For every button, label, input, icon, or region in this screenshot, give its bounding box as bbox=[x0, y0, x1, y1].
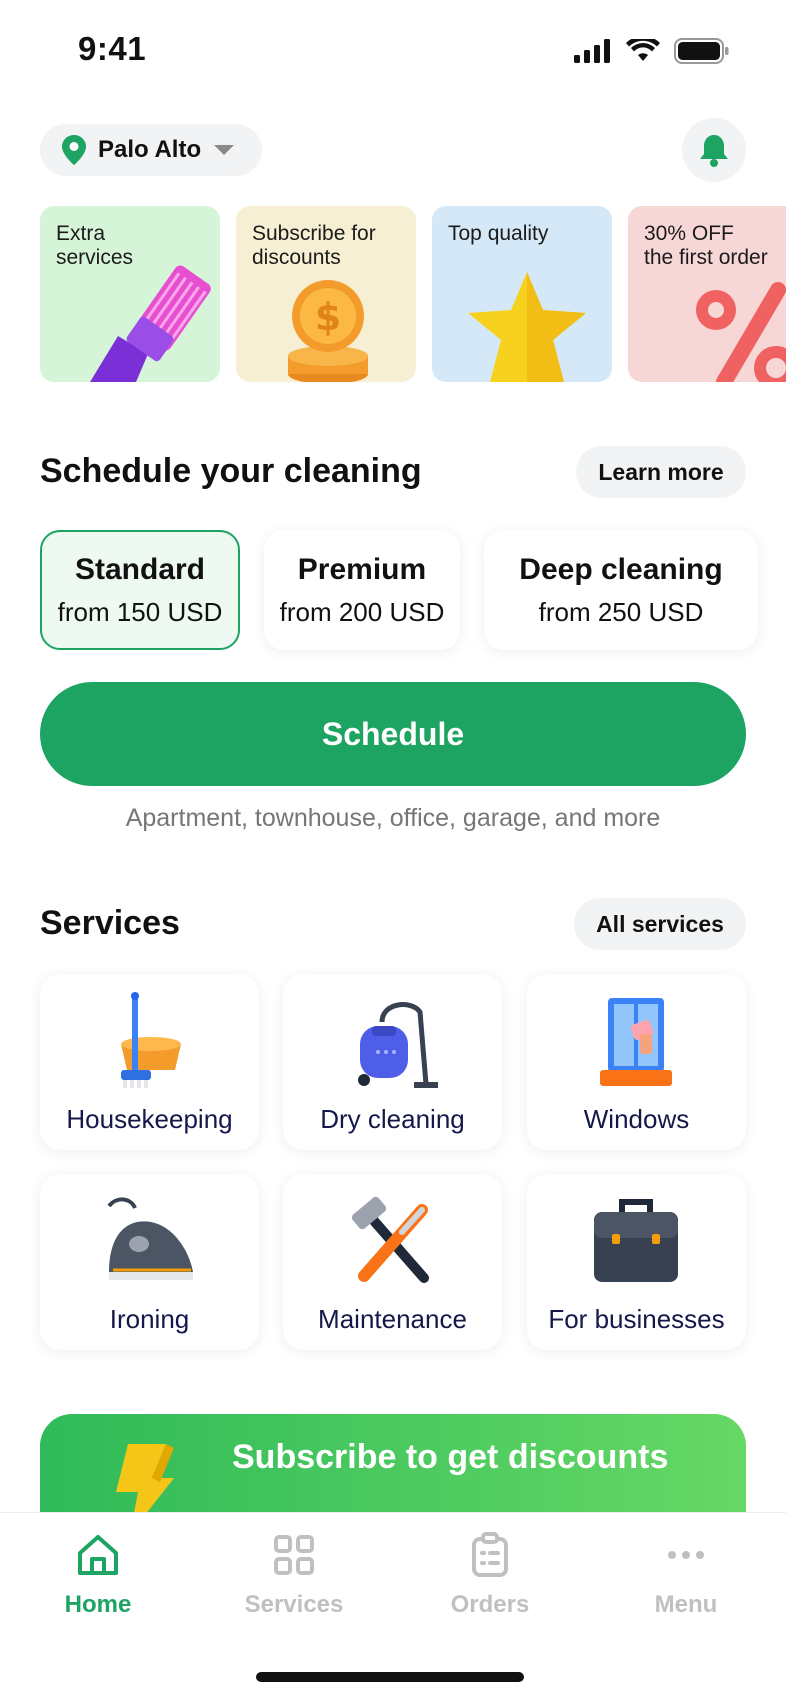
service-label: For businesses bbox=[548, 1304, 725, 1334]
service-for-businesses[interactable]: For businesses bbox=[527, 1174, 746, 1350]
plan-name: Deep cleaning bbox=[519, 552, 723, 586]
vacuum-cleaner-icon bbox=[358, 1002, 438, 1088]
schedule-caption: Apartment, townhouse, office, garage, an… bbox=[125, 804, 661, 832]
tab-home[interactable]: Home bbox=[0, 1513, 196, 1643]
service-label: Windows bbox=[583, 1104, 690, 1134]
percent-icon bbox=[696, 282, 786, 382]
service-label: Dry cleaning bbox=[320, 1104, 465, 1134]
services-section-title: Services bbox=[40, 904, 180, 942]
status-icons bbox=[574, 38, 730, 64]
plan-price: from 150 USD bbox=[57, 596, 223, 627]
notifications-button[interactable] bbox=[682, 118, 746, 182]
hammer-screwdriver-icon bbox=[351, 1196, 429, 1283]
brush-icon bbox=[90, 265, 211, 382]
subscribe-label: Subscribe to get discounts bbox=[232, 1438, 669, 1476]
service-label: Ironing bbox=[109, 1304, 190, 1334]
mop-bucket-icon bbox=[121, 992, 181, 1088]
home-indicator bbox=[256, 1672, 524, 1682]
service-housekeeping[interactable]: Housekeeping bbox=[40, 974, 259, 1150]
more-dots-icon bbox=[668, 1551, 704, 1559]
location-pin-icon bbox=[62, 135, 86, 165]
coin-icon: $ bbox=[288, 280, 368, 382]
plan-price: from 250 USD bbox=[538, 596, 704, 627]
schedule-section-title: Schedule your cleaning bbox=[40, 452, 422, 490]
wifi-icon bbox=[626, 39, 660, 61]
promo-carousel[interactable]: Extra services Subscribe for discounts $… bbox=[40, 206, 786, 382]
plan-name: Premium bbox=[297, 552, 427, 586]
briefcase-icon bbox=[594, 1199, 678, 1282]
chevron-down-icon bbox=[214, 145, 235, 155]
window-cleaning-icon bbox=[600, 998, 672, 1086]
plan-premium[interactable]: Premium from 200 USD bbox=[264, 530, 460, 650]
plan-name: Standard bbox=[74, 552, 206, 586]
cellular-signal-icon bbox=[574, 39, 610, 63]
schedule-button[interactable]: Schedule bbox=[40, 682, 746, 786]
service-label: Housekeeping bbox=[66, 1104, 233, 1134]
location-selector[interactable]: Palo Alto bbox=[40, 124, 262, 176]
plan-price: from 200 USD bbox=[279, 596, 445, 627]
service-dry-cleaning[interactable]: Dry cleaning bbox=[283, 974, 502, 1150]
clipboard-icon bbox=[472, 1532, 508, 1577]
promo-card-top-quality[interactable]: Top quality bbox=[432, 206, 612, 382]
plan-standard[interactable]: Standard from 150 USD bbox=[40, 530, 240, 650]
svg-text:$: $ bbox=[315, 295, 341, 339]
tab-label: Home bbox=[64, 1591, 132, 1618]
home-icon bbox=[78, 1535, 118, 1575]
iron-icon bbox=[107, 1197, 193, 1280]
plan-deep-cleaning[interactable]: Deep cleaning from 250 USD bbox=[484, 530, 758, 650]
status-bar: 9:41 bbox=[0, 0, 786, 100]
star-icon bbox=[468, 272, 586, 382]
tab-menu[interactable]: Menu bbox=[588, 1513, 784, 1643]
grid-icon bbox=[274, 1535, 314, 1575]
service-windows[interactable]: Windows bbox=[527, 974, 746, 1150]
tab-label: Services bbox=[244, 1591, 344, 1618]
tab-label: Menu bbox=[654, 1591, 718, 1618]
service-ironing[interactable]: Ironing bbox=[40, 1174, 259, 1350]
promo-card-discount[interactable]: 30% OFF the first order bbox=[628, 206, 786, 382]
status-time: 9:41 bbox=[78, 30, 147, 67]
location-label: Palo Alto bbox=[98, 136, 202, 163]
all-services-button[interactable]: All services bbox=[574, 898, 746, 950]
tab-services[interactable]: Services bbox=[196, 1513, 392, 1643]
battery-icon bbox=[674, 38, 729, 64]
learn-more-button[interactable]: Learn more bbox=[576, 446, 746, 498]
bell-icon bbox=[700, 135, 728, 167]
tab-orders[interactable]: Orders bbox=[392, 1513, 588, 1643]
promo-card-extra-services[interactable]: Extra services bbox=[40, 206, 220, 382]
promo-card-subscribe[interactable]: Subscribe for discounts $ bbox=[236, 206, 416, 382]
service-maintenance[interactable]: Maintenance bbox=[283, 1174, 502, 1350]
tab-label: Orders bbox=[450, 1591, 530, 1618]
service-label: Maintenance bbox=[318, 1304, 467, 1334]
